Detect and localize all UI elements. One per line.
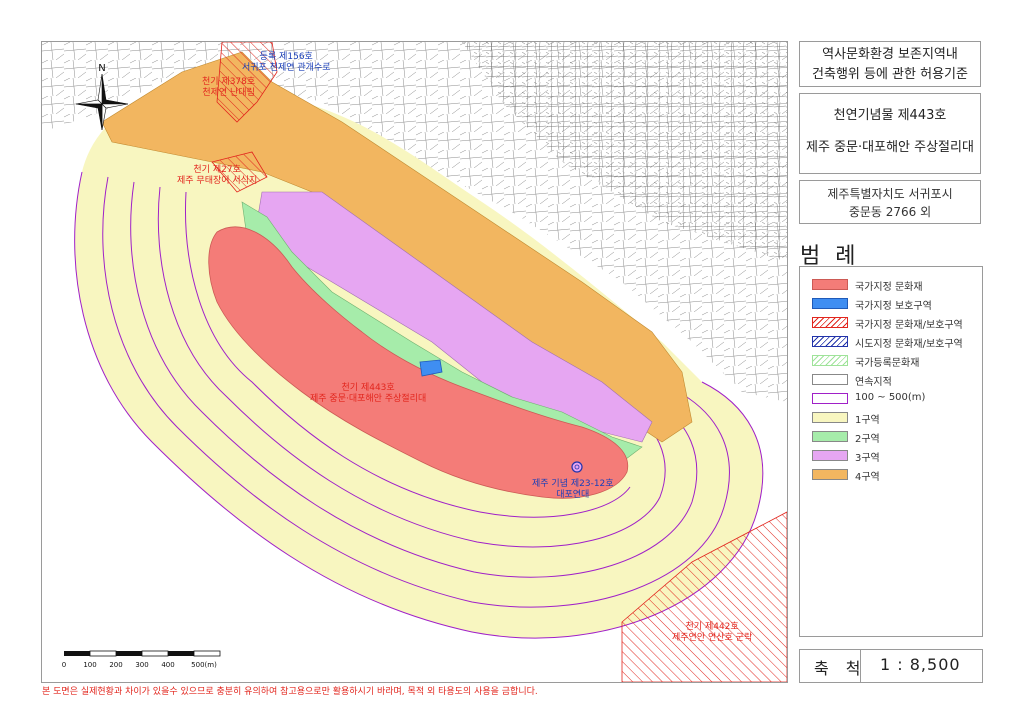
legend-swatch <box>812 279 848 290</box>
scalebar-graphic: 0 100 200 300 400 500(m) <box>62 650 221 669</box>
scale-divider <box>860 650 861 682</box>
title-box: 역사문화환경 보존지역내 건축행위 등에 관한 허용기준 <box>799 41 981 87</box>
monument-name: 제주 중문·대포해안 주상절리대 <box>806 140 974 155</box>
legend-swatch <box>812 469 848 480</box>
scalebar-tick: 500(m) <box>191 661 217 669</box>
legend-swatch <box>812 393 848 404</box>
label-north-blue: 등록 제156호 서귀포 천제연 관개수로 <box>242 52 331 73</box>
legend-swatch <box>812 336 848 347</box>
address-line-2: 중문동 2766 외 <box>848 205 932 219</box>
scale-label: 축 척 <box>814 659 867 678</box>
disclaimer: 본 도면은 실제현황과 차이가 있을수 있으므로 충분히 유의하여 참고용으로만… <box>42 687 538 697</box>
scalebar: 0 100 200 300 400 500(m) <box>62 646 237 672</box>
legend-swatch <box>812 355 848 366</box>
title-line-1: 역사문화환경 보존지역내 <box>822 47 958 62</box>
legend-swatch <box>812 317 848 328</box>
address-line-1: 제주특별자치도 서귀포시 <box>827 187 953 201</box>
legend-box: 국가지정 문화재 국가지정 보호구역 국가지정 문화재/보호구역 시도지정 문화… <box>799 266 983 637</box>
legend-swatch <box>812 374 848 385</box>
zone-map[interactable] <box>42 42 787 682</box>
monument-number: 천연기념물 제443호 <box>833 108 947 123</box>
scalebar-tick: 200 <box>109 661 122 669</box>
legend-swatch <box>812 412 848 423</box>
label-daepo: 제주 기념 제23-12호 대포연대 <box>532 479 614 500</box>
scalebar-tick: 100 <box>83 661 96 669</box>
north-label: N <box>98 63 105 74</box>
daepo-marker-icon <box>571 461 583 473</box>
scalebar-tick: 0 <box>62 661 66 669</box>
scalebar-tick: 300 <box>135 661 148 669</box>
legend-swatch <box>812 431 848 442</box>
legend-swatch <box>812 450 848 461</box>
map-frame[interactable]: N 0 100 200 300 400 500(m) 천기 제443호 제주 중… <box>41 41 788 683</box>
monument-box: 천연기념물 제443호 제주 중문·대포해안 주상절리대 <box>799 93 981 174</box>
label-north-red: 천기 제378호 천제연 난대림 <box>202 77 256 98</box>
legend-swatch <box>812 298 848 309</box>
address-box: 제주특별자치도 서귀포시 중문동 2766 외 <box>799 180 981 224</box>
label-west-red: 천기 제27호 제주 무태장어 서식지 <box>177 165 258 186</box>
north-arrow-icon: N <box>75 63 129 131</box>
scale-value: 1 : 8,500 <box>880 655 961 674</box>
scale-box: 축 척 1 : 8,500 <box>799 649 983 683</box>
scalebar-tick: 400 <box>161 661 174 669</box>
title-line-2: 건축행위 등에 관한 허용기준 <box>812 67 968 82</box>
label-jeju-443: 천기 제443호 제주 중문·대포해안 주상절리대 <box>310 383 427 404</box>
label-jeju-442: 천기 제442호 제주연안 연산호 군락 <box>672 622 753 643</box>
